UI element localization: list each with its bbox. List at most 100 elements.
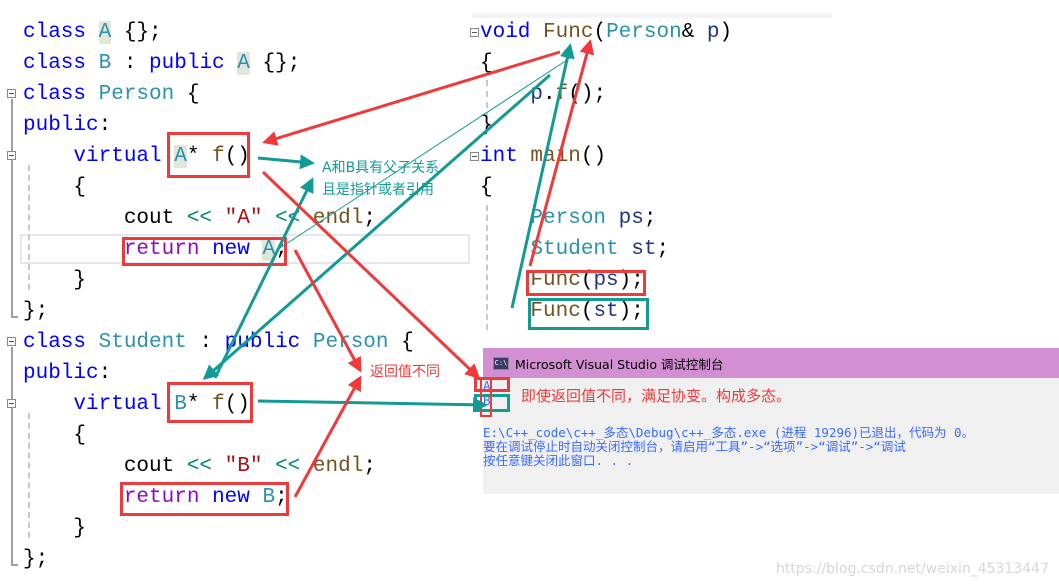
fold-toggle-func[interactable] [470, 28, 479, 37]
left-code-line[interactable]: { [23, 420, 414, 451]
left-code-line[interactable]: }; [23, 544, 414, 575]
left-code-line[interactable]: cout << "B" << endl; [23, 451, 414, 482]
right-code-line[interactable]: Person ps; [480, 203, 732, 234]
code-token: ; [363, 207, 376, 230]
left-code-line[interactable]: class B : public A {}; [23, 48, 414, 79]
code-token: int [480, 145, 518, 168]
fold-toggle-person-f[interactable] [7, 151, 16, 160]
right-code-line[interactable]: int main() [480, 141, 732, 172]
code-token: public [224, 331, 301, 354]
code-token: st [631, 238, 657, 261]
highlight-box-person-f [167, 132, 250, 178]
code-token: {}; [249, 52, 301, 75]
code-token: public [23, 362, 99, 385]
code-token: : [111, 52, 150, 75]
console-press-key-message: 按任意键关闭此窗口. . . [483, 453, 634, 468]
code-token: : [98, 362, 112, 385]
code-token: "B" [224, 455, 263, 478]
console-title: Microsoft Visual Studio 调试控制台 [515, 356, 724, 372]
left-code-line[interactable]: class A {}; [23, 17, 414, 48]
code-token: { [23, 176, 87, 199]
code-token: }; [23, 300, 49, 323]
code-token: Person [98, 83, 175, 106]
code-token: public [23, 114, 99, 137]
console-app-icon: C:\ [493, 356, 509, 370]
code-token: ; [643, 207, 657, 230]
code-token: p [706, 21, 720, 44]
highlight-box-console-ab [480, 377, 492, 417]
fold-toggle-student-f[interactable] [7, 399, 16, 408]
code-token: cout [23, 207, 187, 230]
code-token: f [555, 83, 569, 106]
relation-note-line2: 且是指针或者引用 [322, 182, 434, 198]
code-token: void [480, 21, 531, 44]
code-token: class [23, 331, 87, 354]
left-code-line[interactable]: class Person { [23, 79, 414, 110]
code-token: << [275, 207, 301, 230]
code-token: { [480, 176, 493, 199]
left-code-line[interactable]: }; [23, 296, 414, 327]
highlight-box-func-ps [526, 270, 646, 296]
relation-note: A和B具有父子关系 且是指针或者引用 [322, 157, 439, 201]
code-token: } [480, 114, 493, 137]
code-token: . [543, 83, 556, 106]
console-titlebar[interactable]: C:\ Microsoft Visual Studio 调试控制台 [483, 348, 1059, 378]
code-token: public [149, 52, 225, 75]
code-token: ( [593, 21, 607, 44]
right-code-line[interactable]: { [480, 172, 732, 203]
code-token: virtual [73, 393, 162, 416]
code-token: << [186, 455, 213, 478]
code-token: { [174, 83, 200, 106]
left-code-line[interactable]: } [23, 265, 414, 296]
code-token: << [186, 207, 213, 230]
left-code-line[interactable]: } [23, 513, 414, 544]
code-token: Func [543, 21, 594, 44]
highlight-box-return-new-b [120, 482, 289, 516]
code-token: endl [312, 455, 364, 478]
left-code-line[interactable]: class Student : public Person { [23, 327, 414, 358]
fold-guide-end [11, 564, 18, 566]
code-token: ps [618, 207, 644, 230]
right-code-line[interactable]: Student st; [480, 234, 732, 265]
code-token: endl [312, 207, 364, 230]
fold-toggle-main[interactable] [470, 152, 479, 161]
code-token: ; [656, 238, 670, 261]
code-token: Person [606, 21, 682, 44]
code-token: { [23, 424, 87, 447]
code-token: { [480, 52, 493, 75]
code-token: << [275, 455, 301, 478]
code-token: Student [530, 238, 619, 261]
code-token: ) [719, 21, 733, 44]
code-token: "A" [224, 207, 263, 230]
code-token: p [530, 83, 544, 106]
right-code-line[interactable]: void Func(Person& p) [480, 17, 732, 48]
highlight-box-student-f [167, 382, 253, 423]
fold-guide-end [11, 316, 18, 318]
right-code-line[interactable]: } [480, 110, 732, 141]
code-token: A [98, 21, 112, 44]
right-code-line[interactable]: { [480, 48, 732, 79]
code-token: { [388, 331, 414, 354]
console-hint-message: 要在调试停止时自动关闭控制台，请启用“工具”->“选项”->“调试”->“调试 [483, 439, 906, 454]
fold-toggle-person[interactable] [7, 89, 16, 98]
code-token: } [23, 269, 87, 292]
left-code-line[interactable]: cout << "A" << endl; [23, 203, 414, 234]
highlight-box-func-st [528, 298, 649, 330]
right-code-line[interactable]: p.f(); [480, 79, 732, 110]
fold-toggle-student[interactable] [7, 337, 16, 346]
